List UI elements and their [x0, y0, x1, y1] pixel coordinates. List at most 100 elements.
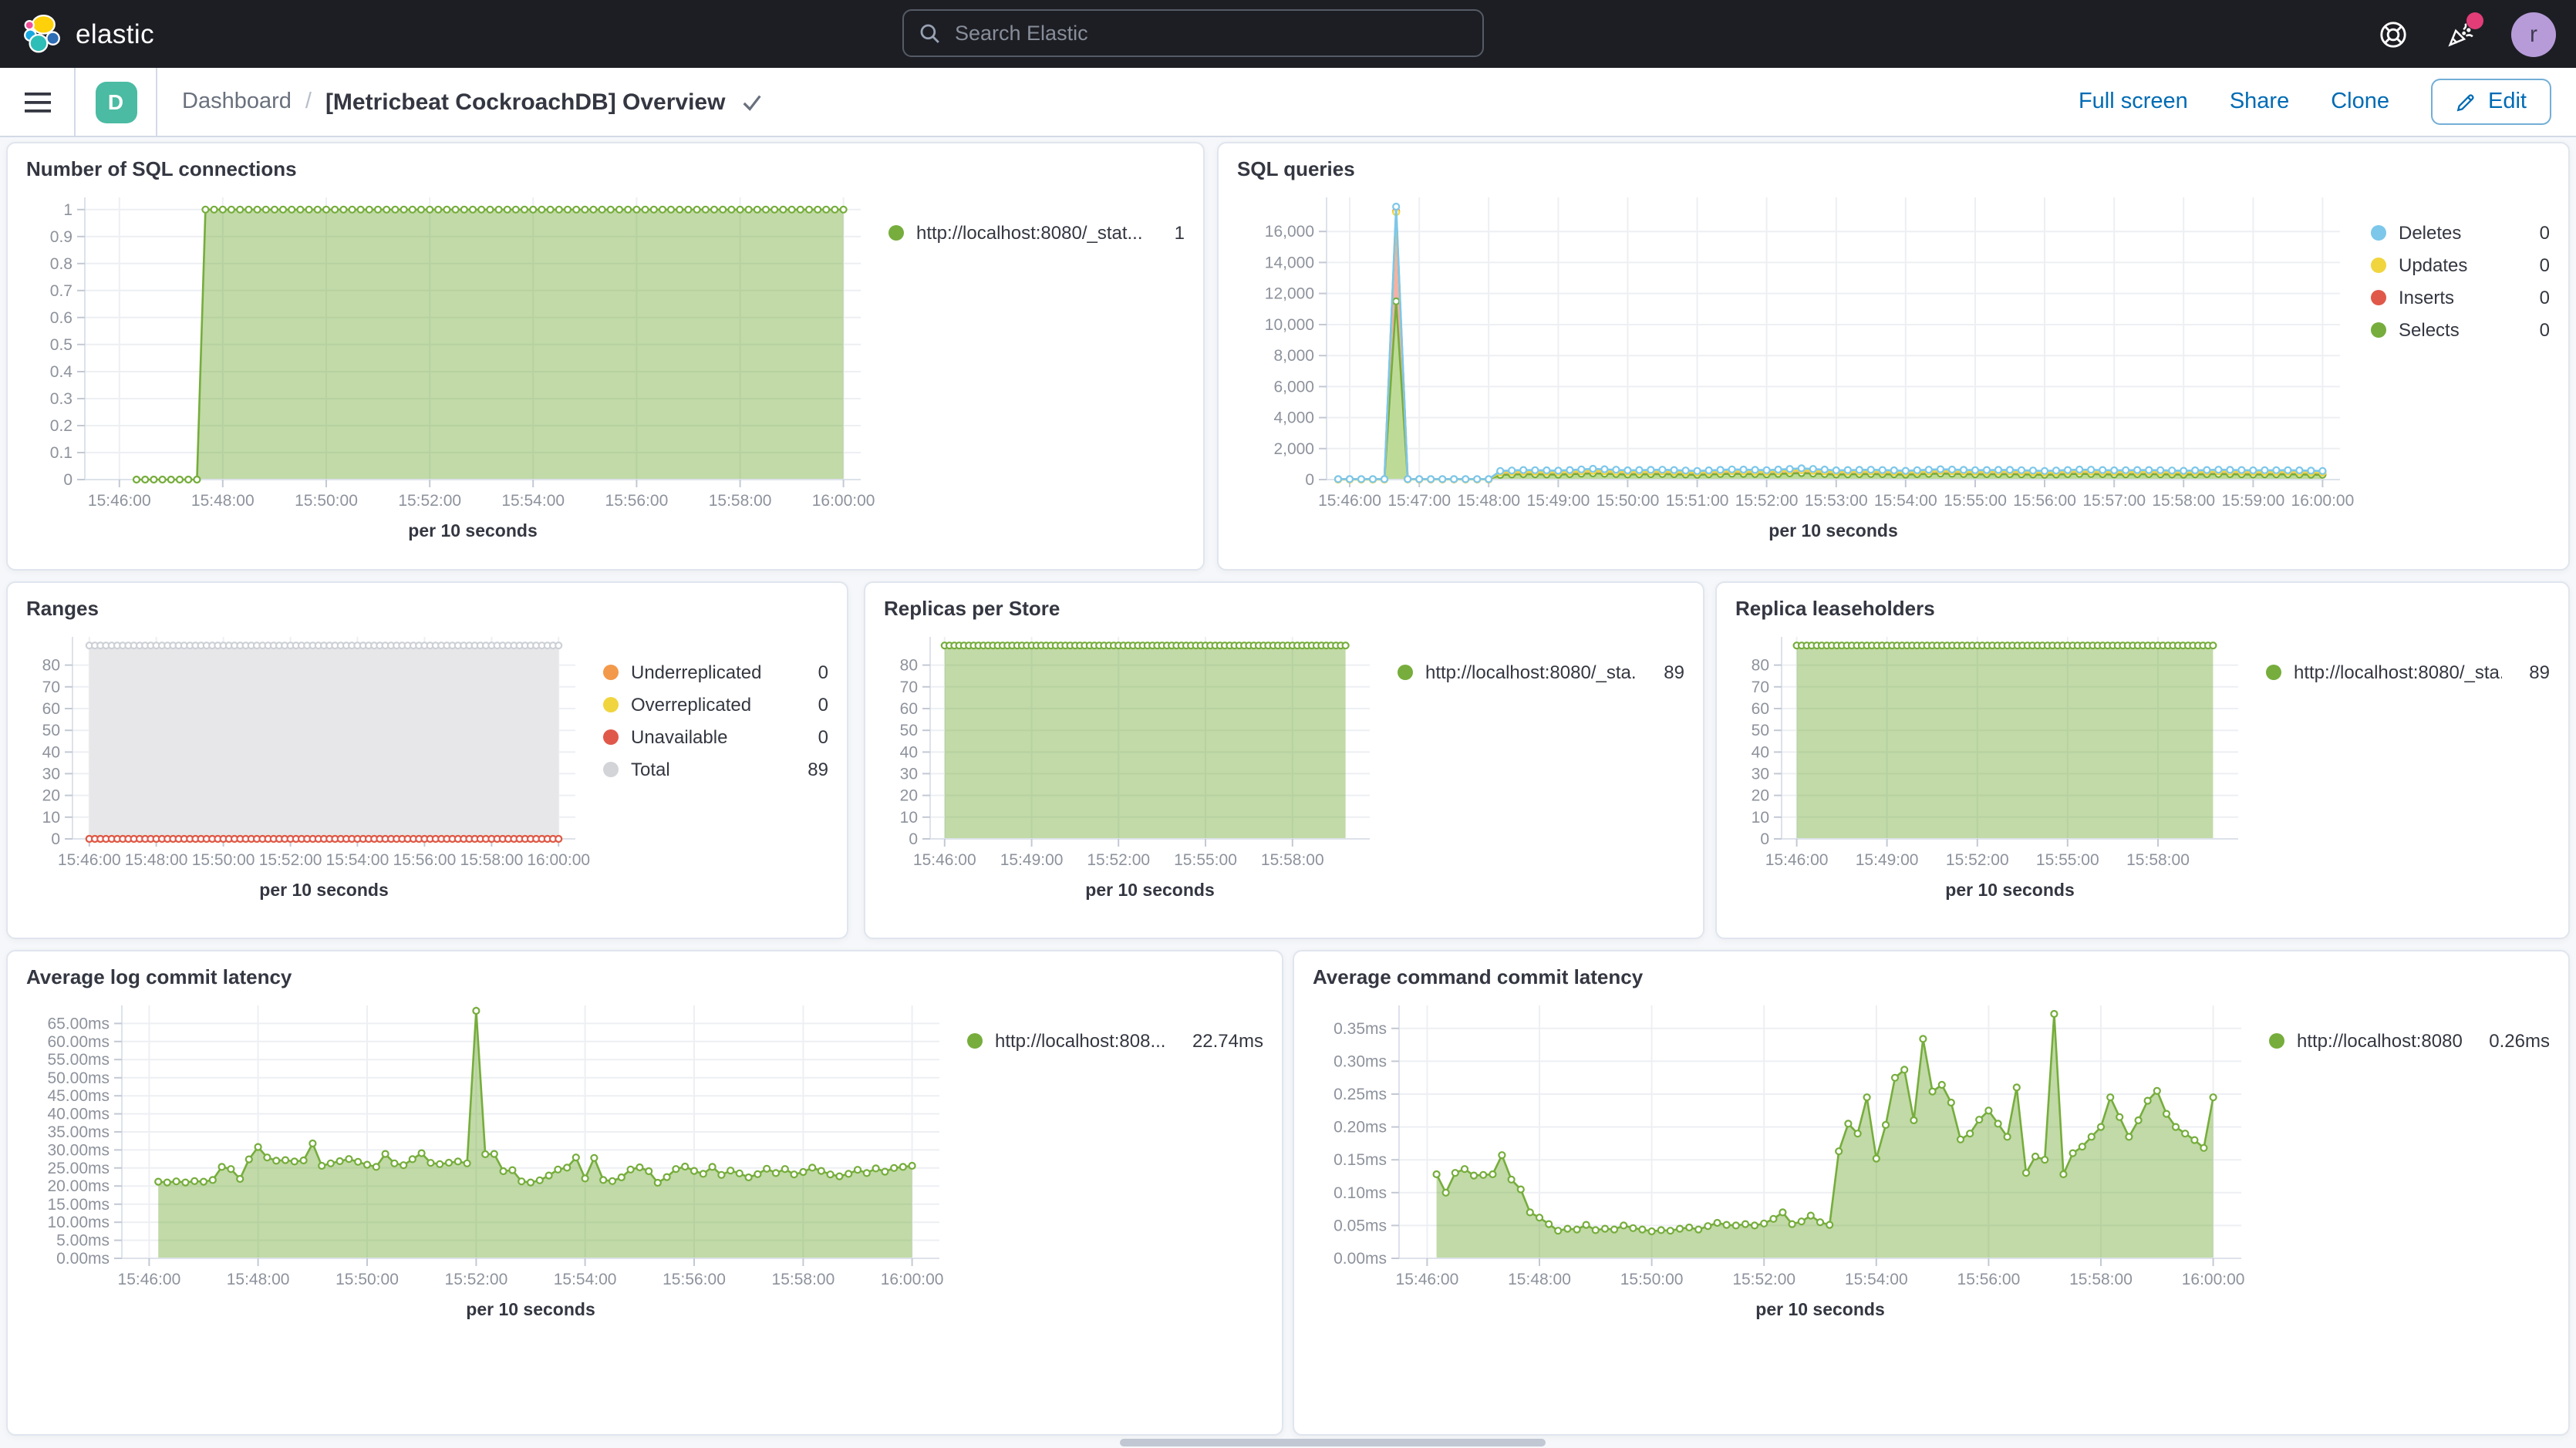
hamburger-icon [24, 90, 50, 113]
legend-item[interactable]: http://localhost:8080/_stat...1 [888, 216, 1185, 248]
horizontal-scrollbar[interactable] [1120, 1439, 1546, 1446]
svg-text:0.30ms: 0.30ms [1334, 1052, 1387, 1070]
svg-text:25.00ms: 25.00ms [47, 1160, 110, 1177]
svg-text:16:00:00: 16:00:00 [881, 1271, 944, 1288]
panel-title[interactable]: Number of SQL connections [26, 154, 1185, 184]
svg-text:50: 50 [42, 722, 60, 739]
legend-value: 89 [1648, 661, 1684, 682]
panel-sql-queries: SQL queries 15:46:0015:47:0015:48:0015:4… [1217, 142, 2570, 571]
legend-label: Underreplicated [631, 661, 761, 682]
share-button[interactable]: Share [2230, 89, 2289, 114]
breadcrumb-dashboard[interactable]: Dashboard [182, 89, 292, 114]
legend-item[interactable]: Inserts0 [2371, 281, 2550, 313]
svg-text:15:49:00: 15:49:00 [1856, 851, 1919, 869]
svg-text:0.25ms: 0.25ms [1334, 1086, 1387, 1103]
svg-text:15:47:00: 15:47:00 [1387, 492, 1451, 510]
panel-average-log-commit-latency: Average log commit latency 15:46:0015:48… [6, 950, 1283, 1436]
panel-title[interactable]: Average command commit latency [1313, 962, 2550, 992]
panel-title[interactable]: Ranges [26, 594, 828, 623]
svg-text:15:50:00: 15:50:00 [335, 1271, 399, 1288]
chart-area[interactable]: 15:46:0015:48:0015:50:0015:52:0015:54:00… [26, 625, 597, 910]
svg-text:16:00:00: 16:00:00 [2182, 1271, 2245, 1288]
svg-text:15.00ms: 15.00ms [47, 1196, 110, 1214]
svg-text:15:54:00: 15:54:00 [1845, 1271, 1908, 1288]
legend-item[interactable]: http://localhost:808...22.74ms [967, 1024, 1263, 1056]
svg-text:16:00:00: 16:00:00 [812, 492, 875, 510]
panel-replica-leaseholders: Replica leaseholders 15:46:0015:49:0015:… [1715, 581, 2570, 939]
chart-area[interactable]: 15:46:0015:47:0015:48:0015:49:0015:50:00… [1237, 185, 2365, 551]
legend-value: 0.26ms [2473, 1029, 2550, 1051]
legend-label: http://localhost:808... [995, 1029, 1165, 1051]
news-feed-button[interactable] [2443, 17, 2477, 51]
svg-text:16,000: 16,000 [1265, 223, 1314, 241]
svg-text:0.00ms: 0.00ms [56, 1250, 110, 1268]
legend-item[interactable]: Underreplicated0 [603, 655, 828, 688]
panel-title[interactable]: Average log commit latency [26, 962, 1263, 992]
edit-label: Edit [2488, 89, 2527, 114]
chart-area[interactable]: 15:46:0015:49:0015:52:0015:55:0015:58:00… [1735, 625, 2260, 910]
svg-text:40: 40 [1752, 743, 1769, 761]
legend-item[interactable]: Selects0 [2371, 313, 2550, 345]
svg-text:10,000: 10,000 [1265, 316, 1314, 334]
panel-title[interactable]: SQL queries [1237, 154, 2550, 184]
legend-item[interactable]: Unavailable0 [603, 720, 828, 753]
svg-text:12,000: 12,000 [1265, 285, 1314, 303]
legend-label: http://localhost:8080/_sta... [2294, 661, 2501, 682]
chart-area[interactable]: 15:46:0015:48:0015:50:0015:52:0015:54:00… [26, 185, 882, 551]
edit-button[interactable]: Edit [2431, 79, 2551, 125]
svg-text:15:52:00: 15:52:00 [1732, 1271, 1795, 1288]
svg-text:40.00ms: 40.00ms [47, 1106, 110, 1123]
svg-text:15:52:00: 15:52:00 [259, 851, 322, 869]
saved-check-button[interactable] [740, 90, 764, 113]
nav-left: D Dashboard / [Metricbeat CockroachDB] O… [0, 68, 764, 136]
svg-text:10: 10 [1752, 809, 1769, 827]
top-header-bar: elastic [0, 0, 2576, 68]
legend-item[interactable]: Deletes0 [2371, 216, 2550, 248]
svg-text:15:53:00: 15:53:00 [1805, 492, 1868, 510]
panel-title[interactable]: Replica leaseholders [1735, 594, 2550, 623]
svg-text:0.6: 0.6 [50, 309, 72, 327]
legend-item[interactable]: http://localhost:8080/_sta...89 [1398, 655, 1684, 688]
avatar[interactable]: r [2511, 12, 2556, 56]
svg-text:70: 70 [900, 679, 918, 696]
svg-text:20.00ms: 20.00ms [47, 1177, 110, 1195]
clone-button[interactable]: Clone [2331, 89, 2389, 114]
help-button[interactable] [2375, 17, 2409, 51]
svg-text:15:46:00: 15:46:00 [1318, 492, 1381, 510]
legend-item[interactable]: http://localhost:8080...0.26ms [2269, 1024, 2550, 1056]
svg-text:15:58:00: 15:58:00 [772, 1271, 835, 1288]
svg-text:15:55:00: 15:55:00 [1944, 492, 2007, 510]
svg-text:0: 0 [51, 830, 60, 848]
legend-item[interactable]: http://localhost:8080/_sta...89 [2266, 655, 2550, 688]
svg-text:70: 70 [1752, 679, 1769, 696]
chart-area[interactable]: 15:46:0015:49:0015:52:0015:55:0015:58:00… [884, 625, 1391, 910]
svg-text:15:56:00: 15:56:00 [1957, 1271, 2021, 1288]
legend-item[interactable]: Updates0 [2371, 248, 2550, 281]
chart-area[interactable]: 15:46:0015:48:0015:50:0015:52:0015:54:00… [26, 993, 961, 1329]
svg-text:0.4: 0.4 [50, 363, 73, 381]
svg-text:20: 20 [42, 787, 60, 805]
svg-text:0: 0 [909, 830, 918, 848]
panel-number-of-sql-connections: Number of SQL connections 15:46:0015:48:… [6, 142, 1205, 571]
svg-text:0.15ms: 0.15ms [1334, 1151, 1387, 1169]
legend-label: Selects [2399, 318, 2460, 340]
search-input[interactable] [941, 20, 1467, 46]
chart-area[interactable]: 15:46:0015:48:0015:50:0015:52:0015:54:00… [1313, 993, 2263, 1329]
elastic-logo[interactable]: elastic [0, 14, 154, 54]
legend-swatch-icon [2371, 257, 2386, 272]
svg-text:0.20ms: 0.20ms [1334, 1119, 1387, 1137]
legend-label: Deletes [2399, 221, 2461, 243]
panel-title[interactable]: Replicas per Store [884, 594, 1684, 623]
breadcrumb-separator: / [305, 89, 312, 114]
legend-item[interactable]: Total89 [603, 753, 828, 785]
chart-legend: http://localhost:8080/_sta...89 [1391, 625, 1684, 910]
legend-item[interactable]: Overreplicated0 [603, 688, 828, 720]
full-screen-button[interactable]: Full screen [2079, 89, 2188, 114]
svg-text:45.00ms: 45.00ms [47, 1087, 110, 1105]
global-search[interactable] [902, 9, 1484, 57]
panel-ranges: Ranges 15:46:0015:48:0015:50:0015:52:001… [6, 581, 848, 939]
space-switcher[interactable]: D [76, 68, 156, 136]
svg-text:per 10 seconds: per 10 seconds [1085, 880, 1214, 900]
svg-text:15:48:00: 15:48:00 [1508, 1271, 1571, 1288]
menu-button[interactable] [0, 68, 74, 136]
